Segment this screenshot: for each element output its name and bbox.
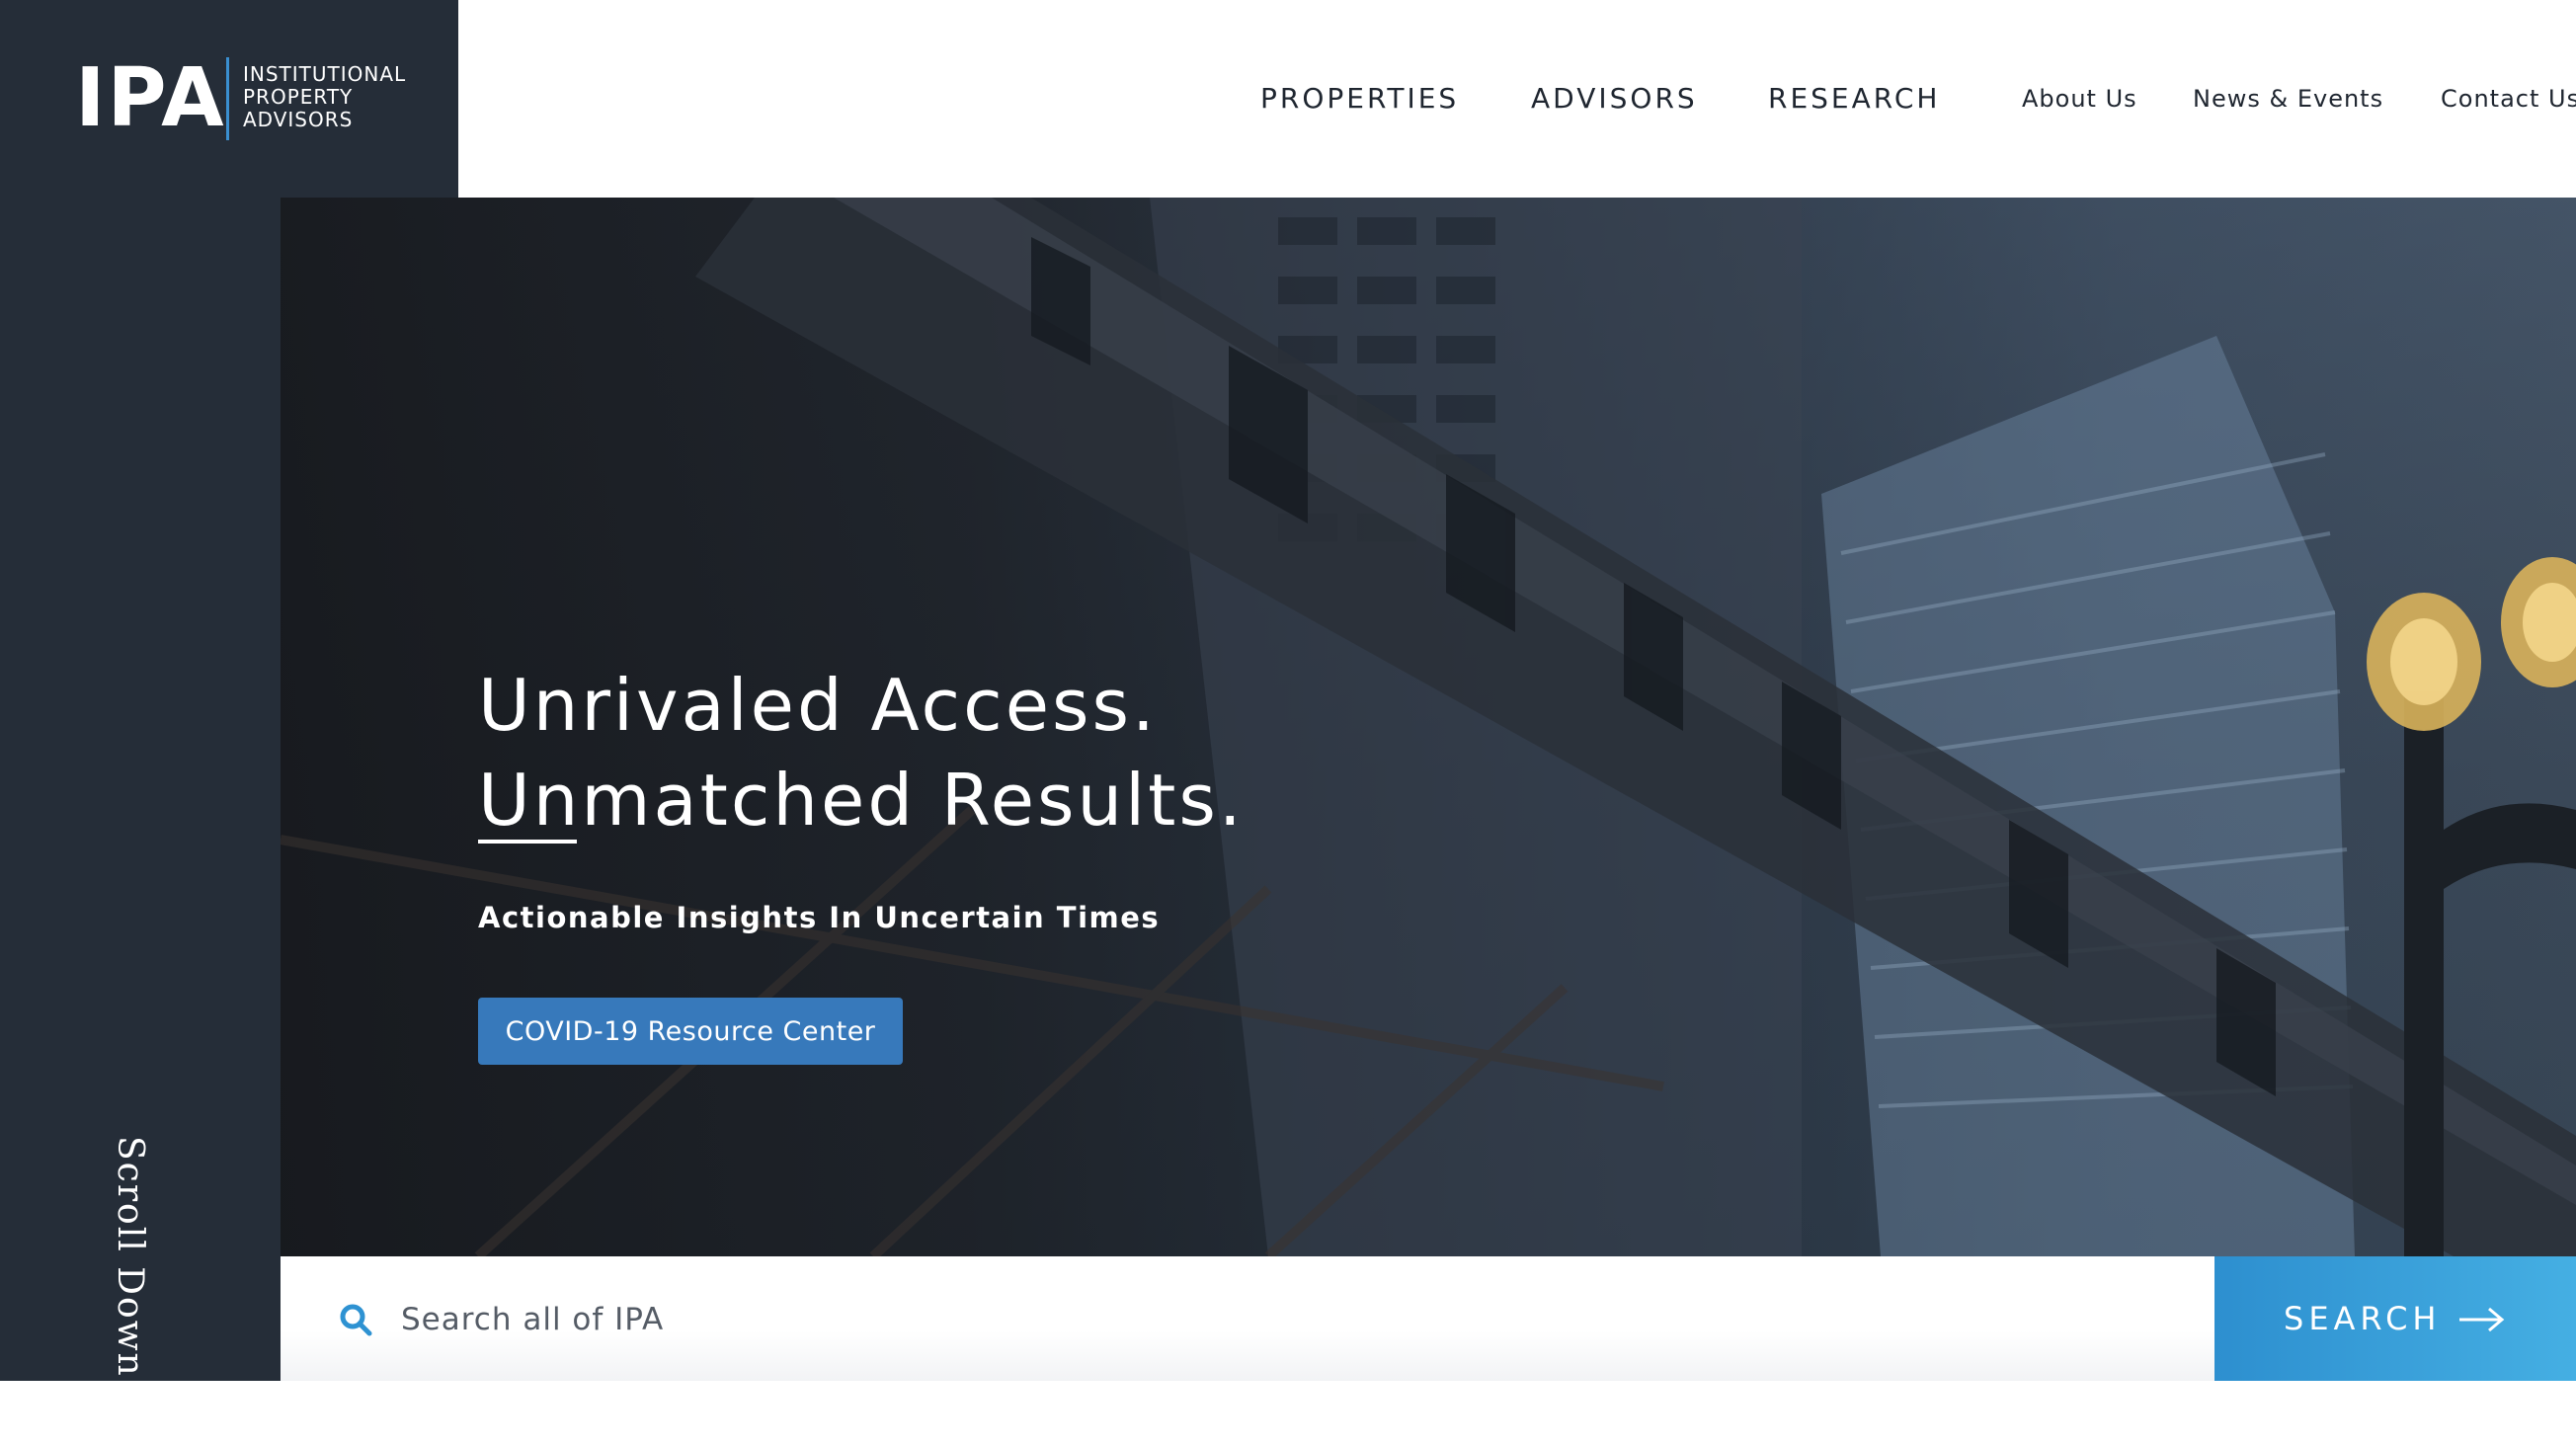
nav-link-advisors[interactable]: ADVISORS [1531,79,1698,119]
arrow-down-icon[interactable] [109,1399,144,1448]
logo-divider [226,57,229,140]
covid-resource-center-button[interactable]: COVID-19 Resource Center [478,998,903,1065]
logo-subtitle-line: ADVISORS [243,108,354,131]
logo[interactable]: IPA INSTITUTIONAL PROPERTY ADVISORS [0,0,458,198]
site-search-bar [281,1256,2214,1381]
left-sidebar: Scroll Down [0,198,281,1448]
nav-link-about-us[interactable]: About Us [2022,79,2137,119]
hero-headline-line: Unmatched Results. [478,759,1245,843]
arrow-right-icon [2459,1307,2505,1332]
nav-link-news-events[interactable]: News & Events [2193,79,2383,119]
logo-subtitle-line: INSTITUTIONAL [243,62,407,86]
search-button[interactable]: SEARCH [2214,1256,2576,1381]
hero-headline: Unrivaled Access. Unmatched Results. [478,658,1245,847]
scroll-down-label: Scroll Down [110,1136,150,1378]
hero-banner: Unrivaled Access. Unmatched Results. Act… [281,198,2576,1256]
logo-subtitle-line: PROPERTY [243,85,354,109]
hero-headline-line: Unrivaled Access. [478,664,1158,748]
logo-wordmark: IPA [75,51,226,145]
logo-subtitle: INSTITUTIONAL PROPERTY ADVISORS [243,63,406,131]
search-button-label: SEARCH [2284,1300,2442,1337]
nav-link-contact-us[interactable]: Contact Us [2441,79,2576,119]
nav-link-properties[interactable]: PROPERTIES [1260,79,1459,119]
search-input[interactable] [399,1286,2082,1353]
hero-subtitle: Actionable Insights In Uncertain Times [478,901,1161,934]
hero-divider [478,840,577,844]
nav-link-research[interactable]: RESEARCH [1768,79,1940,119]
search-icon [340,1304,372,1336]
